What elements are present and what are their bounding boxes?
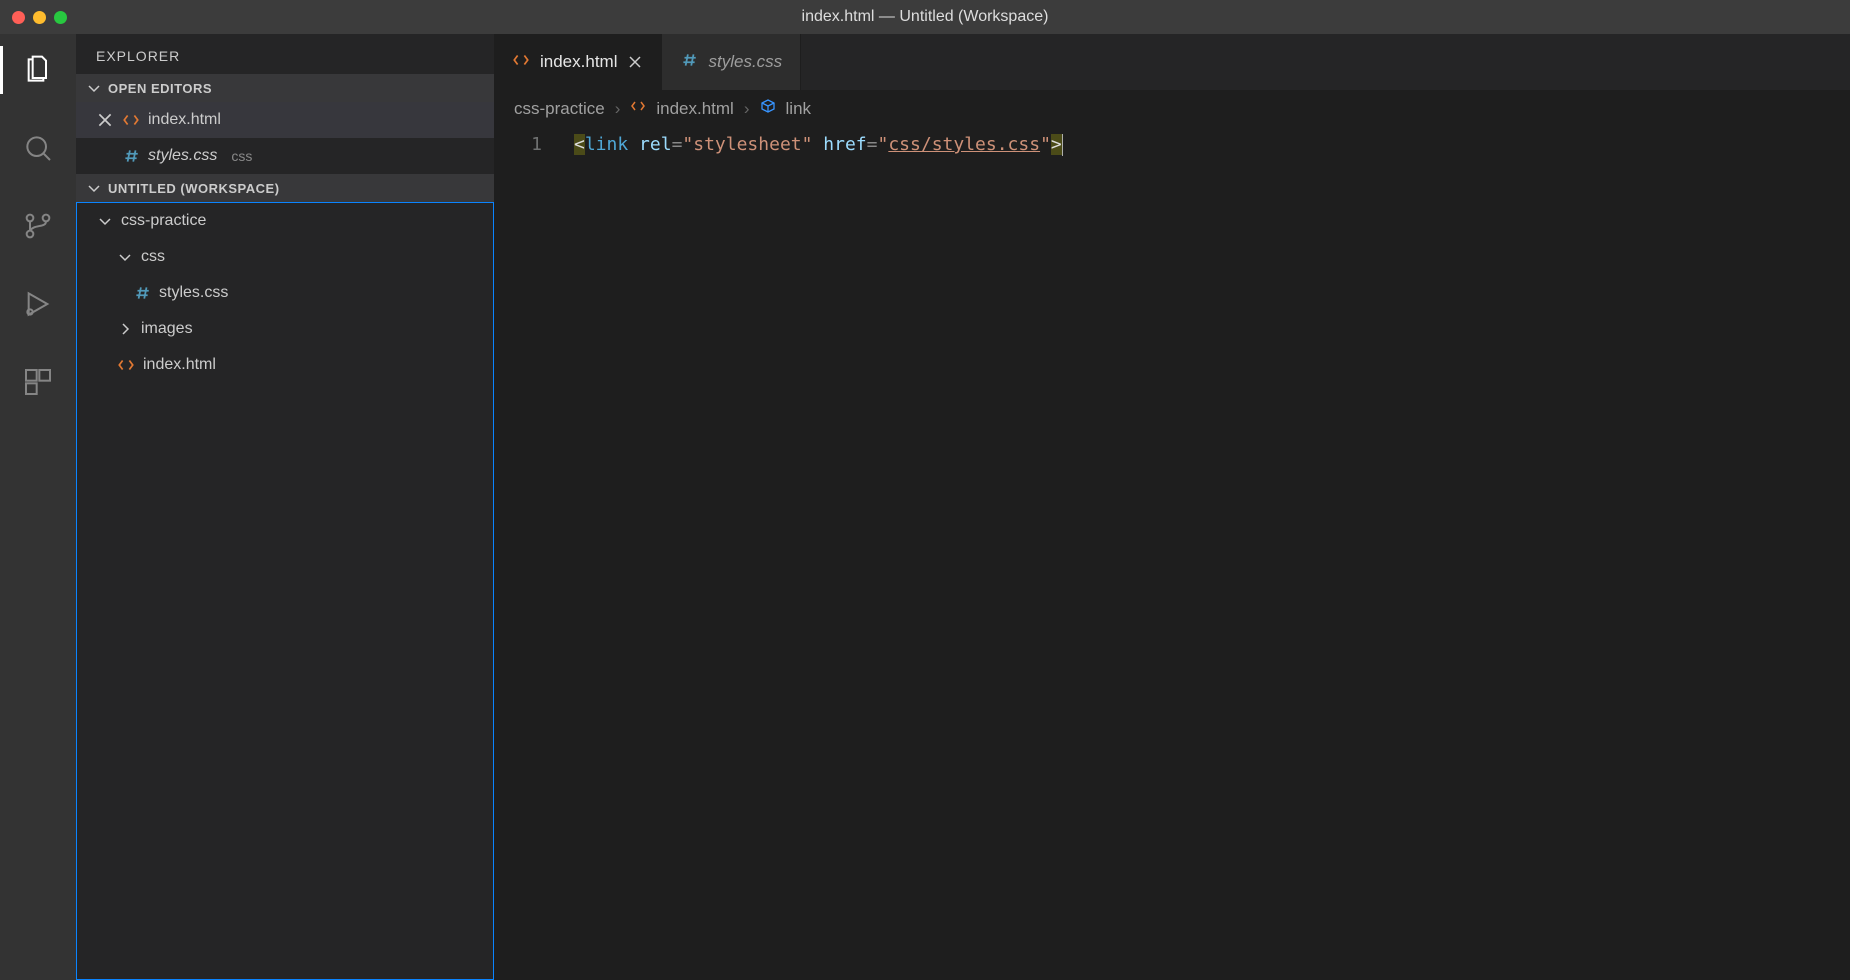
- window-controls: [0, 11, 67, 24]
- open-editor-folder-hint: css: [231, 148, 252, 164]
- debug-icon: [22, 288, 54, 320]
- chevron-down-icon: [97, 213, 113, 229]
- line-number: 1: [494, 131, 542, 159]
- code-quote: ": [1040, 134, 1051, 155]
- search-icon: [22, 132, 54, 164]
- code-link: css/styles.css: [888, 134, 1040, 155]
- chevron-right-icon: ›: [744, 99, 750, 119]
- maximize-window-button[interactable]: [54, 11, 67, 24]
- open-editors-list: index.html styles.css css: [76, 102, 494, 174]
- tab-label: index.html: [540, 52, 617, 72]
- editor-group: index.html styles.css css-practice › ind…: [494, 34, 1850, 980]
- chevron-down-icon: [117, 249, 133, 265]
- cube-icon: [760, 98, 776, 119]
- html-icon: [630, 98, 646, 119]
- extensions-activity[interactable]: [14, 358, 62, 406]
- minimize-window-button[interactable]: [33, 11, 46, 24]
- sidebar-title: EXPLORER: [76, 34, 494, 74]
- open-editor-item[interactable]: index.html: [76, 102, 494, 138]
- code-attr-name: rel: [639, 134, 672, 155]
- file-row[interactable]: index.html: [77, 347, 493, 383]
- explorer-sidebar: EXPLORER OPEN EDITORS index.html: [76, 34, 494, 980]
- line-number-gutter: 1: [494, 127, 564, 980]
- close-icon[interactable]: [627, 54, 643, 70]
- open-editor-filename: styles.css: [148, 147, 217, 165]
- files-icon: [22, 54, 54, 86]
- tab-label: styles.css: [708, 52, 782, 72]
- code-attr-name: href: [823, 134, 866, 155]
- chevron-right-icon: [117, 321, 133, 337]
- chevron-down-icon: [86, 80, 102, 96]
- folder-name: css: [141, 248, 165, 266]
- breadcrumb-segment[interactable]: css-practice: [514, 99, 605, 119]
- code-tag: link: [585, 134, 628, 155]
- bracket-open: <: [574, 134, 585, 155]
- code-quote: ": [878, 134, 889, 155]
- code-string: "stylesheet": [682, 134, 812, 155]
- open-editor-item[interactable]: styles.css css: [76, 138, 494, 174]
- run-debug-activity[interactable]: [14, 280, 62, 328]
- code-content[interactable]: <link rel="stylesheet" href="css/styles.…: [564, 127, 1850, 980]
- open-editors-header[interactable]: OPEN EDITORS: [76, 74, 494, 102]
- tab-bar: index.html styles.css: [494, 34, 1850, 90]
- search-activity[interactable]: [14, 124, 62, 172]
- workspace-header[interactable]: UNTITLED (WORKSPACE): [76, 174, 494, 202]
- code-line[interactable]: <link rel="stylesheet" href="css/styles.…: [574, 131, 1850, 159]
- titlebar: index.html — Untitled (Workspace): [0, 0, 1850, 34]
- workspace-tree: css-practice css styles.css images: [76, 202, 494, 980]
- source-control-activity[interactable]: [14, 202, 62, 250]
- chevron-down-icon: [86, 180, 102, 196]
- code-punc: =: [672, 134, 683, 155]
- hash-icon: [680, 51, 698, 74]
- code-editor[interactable]: 1 <link rel="stylesheet" href="css/style…: [494, 127, 1850, 980]
- git-branch-icon: [22, 210, 54, 242]
- workspace-header-label: UNTITLED (WORKSPACE): [108, 181, 280, 196]
- tab-index-html[interactable]: index.html: [494, 34, 662, 90]
- text-cursor: [1062, 134, 1063, 156]
- hash-icon: [122, 147, 140, 165]
- code-punc: =: [867, 134, 878, 155]
- open-editor-filename: index.html: [148, 111, 221, 129]
- breadcrumbs[interactable]: css-practice › index.html › link: [494, 90, 1850, 127]
- bracket-close: >: [1051, 134, 1062, 155]
- folder-name: css-practice: [121, 212, 206, 230]
- file-name: styles.css: [159, 284, 228, 302]
- hash-icon: [133, 284, 151, 302]
- chevron-right-icon: ›: [615, 99, 621, 119]
- folder-row[interactable]: images: [77, 311, 493, 347]
- breadcrumb-segment[interactable]: link: [786, 99, 812, 119]
- open-editors-label: OPEN EDITORS: [108, 81, 212, 96]
- file-name: index.html: [143, 356, 216, 374]
- activity-bar: [0, 34, 76, 980]
- breadcrumb-segment[interactable]: index.html: [656, 99, 733, 119]
- html-icon: [117, 356, 135, 374]
- extensions-icon: [22, 366, 54, 398]
- close-window-button[interactable]: [12, 11, 25, 24]
- file-row[interactable]: styles.css: [77, 275, 493, 311]
- folder-row-root[interactable]: css-practice: [77, 203, 493, 239]
- folder-name: images: [141, 320, 193, 338]
- window-title: index.html — Untitled (Workspace): [802, 8, 1049, 26]
- folder-row[interactable]: css: [77, 239, 493, 275]
- close-icon[interactable]: [96, 111, 114, 129]
- html-icon: [512, 51, 530, 74]
- tab-styles-css[interactable]: styles.css: [662, 34, 801, 90]
- explorer-activity[interactable]: [14, 46, 62, 94]
- html-icon: [122, 111, 140, 129]
